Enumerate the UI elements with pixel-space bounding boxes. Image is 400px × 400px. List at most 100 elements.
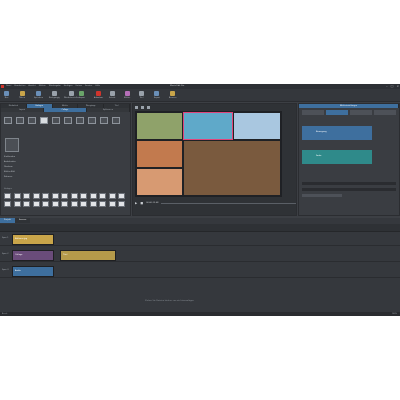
- effect-block[interactable]: Bewegung: [302, 126, 372, 140]
- frame-template-tile[interactable]: [108, 201, 116, 207]
- toolbar-button-4[interactable]: Wiederherstellen: [64, 91, 79, 99]
- prop-btn-3[interactable]: [350, 110, 372, 115]
- menu-item-1[interactable]: Bearbeiten: [14, 85, 25, 87]
- menu-item-3[interactable]: Effekte: [39, 85, 46, 87]
- frame-template-tile[interactable]: [4, 201, 11, 207]
- timeline-clip[interactable]: Titel: [60, 250, 116, 261]
- frame-template-tile[interactable]: [23, 193, 30, 199]
- collage-photo-city[interactable]: [234, 113, 280, 139]
- menu-item-5[interactable]: Einfügen: [64, 85, 73, 87]
- prop-btn-1[interactable]: [302, 110, 324, 115]
- frame-template-tile[interactable]: [32, 201, 40, 207]
- frame-template-tile[interactable]: [42, 193, 49, 199]
- toolbar-button-7[interactable]: Schnitt: [109, 91, 115, 99]
- prop-btn-4[interactable]: [374, 110, 396, 115]
- collage-photo-coast[interactable]: [183, 112, 233, 140]
- template-tile[interactable]: [112, 117, 120, 124]
- subtab-1[interactable]: Collage: [44, 108, 87, 112]
- menu-item-7[interactable]: Fenster: [85, 85, 92, 87]
- template-tile[interactable]: [4, 117, 12, 124]
- collage-photo-balloons[interactable]: [137, 169, 182, 195]
- frame-template-tile[interactable]: [42, 201, 49, 207]
- grid-icon[interactable]: [147, 105, 150, 109]
- template-tile[interactable]: [52, 117, 60, 124]
- effect-list-item[interactable]: Ausblenden: [4, 161, 16, 163]
- toolbar-button-6[interactable]: Aufnahme: [94, 91, 103, 99]
- toolbar-button-11[interactable]: Brennen: [169, 91, 177, 99]
- effect-block[interactable]: Farbe: [302, 150, 372, 164]
- preset-dropdown[interactable]: [302, 194, 342, 197]
- collage-photo-canyon[interactable]: [184, 141, 280, 195]
- template-tile[interactable]: [64, 117, 72, 124]
- toolbar-button-9[interactable]: Titel: [139, 91, 144, 99]
- minimize-button[interactable]: –: [386, 84, 388, 88]
- menu-item-4[interactable]: Wiedergabe: [49, 85, 61, 87]
- collage-photo-road[interactable]: [137, 113, 182, 139]
- frame-template-tile[interactable]: [61, 201, 68, 207]
- template-tile[interactable]: [88, 117, 96, 124]
- frame-template-tile[interactable]: [89, 193, 97, 199]
- collage-photo-village[interactable]: [137, 141, 182, 167]
- timeline-clip[interactable]: Balloons.jpg: [12, 234, 54, 245]
- menu-item-2[interactable]: Ansicht: [28, 85, 35, 87]
- play-icon[interactable]: ▶: [135, 201, 137, 205]
- selected-template-thumbnail[interactable]: [5, 138, 19, 152]
- subtab-2[interactable]: Splitscreen: [87, 108, 130, 112]
- track-name: Spur 3: [2, 269, 9, 271]
- effect-list-item[interactable]: Rahmen: [4, 176, 12, 178]
- frame-template-tile[interactable]: [61, 193, 68, 199]
- toolbar-button-0[interactable]: Neu: [4, 91, 9, 99]
- frame-template-tile[interactable]: [23, 201, 30, 207]
- toolbar-button-5[interactable]: Import: [79, 91, 85, 99]
- close-button[interactable]: ×: [396, 84, 399, 88]
- frame-template-tile[interactable]: [32, 193, 40, 199]
- stop-icon[interactable]: ■: [140, 201, 143, 205]
- timeline-clip[interactable]: Audio: [12, 266, 54, 277]
- window-controls: – □ ×: [386, 84, 399, 88]
- toolbar-button-2[interactable]: Speichern: [34, 91, 43, 99]
- frame-template-tile[interactable]: [13, 193, 21, 199]
- time-ruler[interactable]: [0, 224, 400, 232]
- zoom-icon[interactable]: [135, 105, 138, 109]
- frame-template-tile[interactable]: [118, 201, 125, 207]
- toolbar-button-10[interactable]: Export: [154, 91, 160, 99]
- template-tile[interactable]: [76, 117, 84, 124]
- frame-template-tile[interactable]: [108, 193, 116, 199]
- toolbar-button-1[interactable]: Öffnen: [19, 91, 25, 99]
- frame-template-tile[interactable]: [89, 201, 97, 207]
- frame-template-tile[interactable]: [51, 201, 59, 207]
- frame-template-tile[interactable]: [80, 201, 87, 207]
- frame-template-tile[interactable]: [80, 193, 87, 199]
- opacity-slider[interactable]: [302, 182, 396, 185]
- template-tile[interactable]: [16, 117, 24, 124]
- maximize-button[interactable]: □: [391, 84, 394, 88]
- speed-slider[interactable]: [302, 188, 396, 191]
- menu-item-0[interactable]: Datei: [6, 85, 11, 87]
- frame-template-tile[interactable]: [4, 193, 11, 199]
- prop-btn-2[interactable]: [326, 110, 348, 115]
- frame-template-tile[interactable]: [70, 193, 78, 199]
- template-tile[interactable]: [40, 117, 48, 124]
- timeline-clip[interactable]: Collage: [12, 250, 54, 261]
- video-preview[interactable]: [135, 111, 282, 197]
- scrub-bar[interactable]: [161, 202, 296, 204]
- menu-item-6[interactable]: Extras: [76, 85, 82, 87]
- timeline-tab-1[interactable]: Szenen: [14, 218, 31, 223]
- template-tile[interactable]: [100, 117, 108, 124]
- subtab-0[interactable]: Layout: [1, 108, 44, 112]
- frame-template-tile[interactable]: [51, 193, 59, 199]
- frame-template-tile[interactable]: [118, 193, 125, 199]
- timeline-tab-0[interactable]: Projekt: [0, 218, 15, 223]
- frame-template-tile[interactable]: [70, 201, 78, 207]
- effect-list-item[interactable]: Diashow: [4, 166, 13, 168]
- effect-list-item[interactable]: Bild-in-Bild: [4, 171, 15, 173]
- menu-item-8[interactable]: Hilfe: [95, 85, 100, 87]
- template-tile[interactable]: [28, 117, 36, 124]
- toolbar-button-8[interactable]: Effekte: [124, 91, 130, 99]
- effect-list-item[interactable]: Einblenden: [4, 156, 15, 158]
- fullscreen-icon[interactable]: [141, 105, 144, 109]
- toolbar-button-3[interactable]: Rückgängig: [49, 91, 60, 99]
- frame-template-tile[interactable]: [99, 193, 106, 199]
- frame-template-tile[interactable]: [99, 201, 106, 207]
- frame-template-tile[interactable]: [13, 201, 21, 207]
